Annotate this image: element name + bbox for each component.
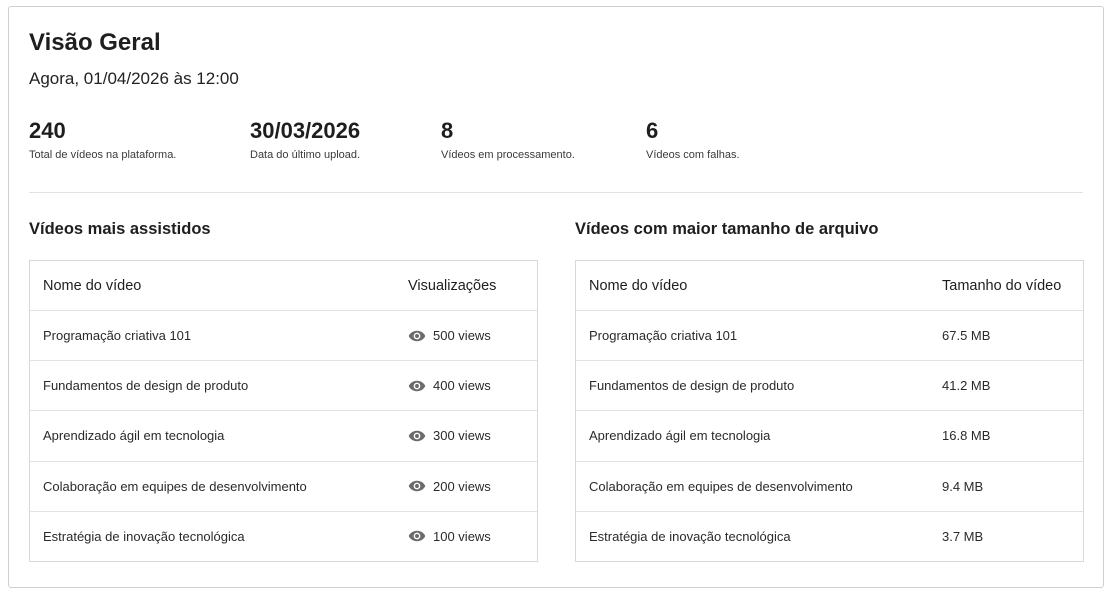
- column-header-views: Visualizações: [408, 277, 497, 294]
- video-name: Aprendizado ágil em tecnologia: [589, 428, 771, 444]
- eye-icon: [408, 330, 426, 341]
- table-row[interactable]: Estratégia de inovação tecnológica 3.7 M…: [576, 510, 1083, 561]
- video-name: Aprendizado ágil em tecnologia: [43, 428, 225, 444]
- stat-total-videos: 240 Total de vídeos na plataforma.: [29, 117, 176, 161]
- table-row[interactable]: Programação criativa 101 500 views: [30, 310, 537, 360]
- video-name: Fundamentos de design de produto: [589, 378, 795, 394]
- video-name: Programação criativa 101: [589, 328, 738, 344]
- eye-icon: [408, 430, 426, 442]
- views-count: 400 views: [433, 378, 491, 394]
- table-row[interactable]: Aprendizado ágil em tecnologia 16.8 MB: [576, 410, 1083, 460]
- section-title-largest-files: Vídeos com maior tamanho de arquivo: [575, 220, 879, 238]
- stat-value: 30/03/2026: [250, 118, 361, 143]
- video-name: Estratégia de inovação tecnológica: [43, 528, 245, 544]
- views-cell: 300 views: [408, 411, 491, 460]
- file-size: 67.5 MB: [942, 328, 991, 344]
- video-name: Estratégia de inovação tecnológica: [589, 528, 791, 544]
- views-count: 200 views: [433, 478, 491, 494]
- column-header-name: Nome do vídeo: [43, 277, 142, 294]
- table-row[interactable]: Programação criativa 101 67.5 MB: [576, 310, 1083, 360]
- stat-label: Total de vídeos na plataforma.: [29, 149, 177, 161]
- eye-icon: [408, 380, 426, 392]
- views-count: 500 views: [433, 328, 491, 344]
- views-count: 100 views: [433, 528, 491, 544]
- table-row[interactable]: Colaboração em equipes de desenvolviment…: [30, 460, 537, 511]
- table-row[interactable]: Fundamentos de design de produto 41.2 MB: [576, 360, 1083, 410]
- video-name: Programação criativa 101: [43, 328, 192, 344]
- views-cell: 100 views: [408, 512, 491, 561]
- table-row[interactable]: Colaboração em equipes de desenvolviment…: [576, 460, 1083, 511]
- video-name: Fundamentos de design de produto: [43, 378, 249, 394]
- stat-last-upload: 30/03/2026 Data do último upload.: [250, 117, 360, 161]
- stat-failed: 6 Vídeos com falhas.: [646, 117, 740, 161]
- divider: [29, 192, 1083, 193]
- views-cell: 500 views: [408, 311, 491, 360]
- stat-value: 8: [441, 118, 454, 143]
- stat-label: Data do último upload.: [250, 149, 361, 161]
- overview-card: Visão Geral Agora, 01/04/2026 às 12:00 2…: [8, 6, 1104, 588]
- table-row[interactable]: Aprendizado ágil em tecnologia 300 views: [30, 410, 537, 460]
- video-name: Colaboração em equipes de desenvolviment…: [589, 478, 853, 494]
- video-name: Colaboração em equipes de desenvolviment…: [43, 478, 307, 494]
- eye-icon: [408, 531, 426, 542]
- views-count: 300 views: [433, 428, 491, 444]
- table-header: Nome do vídeo Visualizações: [30, 261, 537, 310]
- column-header-size: Tamanho do vídeo: [942, 277, 1062, 294]
- page-title: Visão Geral: [29, 29, 161, 56]
- views-cell: 400 views: [408, 361, 491, 410]
- file-size: 3.7 MB: [942, 528, 984, 544]
- table-header: Nome do vídeo Tamanho do vídeo: [576, 261, 1083, 310]
- file-size: 16.8 MB: [942, 428, 991, 444]
- column-header-name: Nome do vídeo: [589, 277, 688, 294]
- largest-files-table: Nome do vídeo Tamanho do vídeo Programaç…: [575, 260, 1084, 562]
- file-size: 9.4 MB: [942, 478, 984, 494]
- table-row[interactable]: Fundamentos de design de produto 400 vie…: [30, 360, 537, 410]
- stat-label: Vídeos em processamento.: [441, 149, 575, 161]
- stat-value: 6: [646, 118, 659, 143]
- stat-label: Vídeos com falhas.: [646, 149, 740, 161]
- page-subtitle: Agora, 01/04/2026 às 12:00: [29, 69, 239, 88]
- eye-icon: [408, 480, 426, 492]
- stat-processing: 8 Vídeos em processamento.: [441, 117, 575, 161]
- views-cell: 200 views: [408, 462, 491, 511]
- section-title-most-watched: Vídeos mais assistidos: [29, 220, 211, 238]
- most-watched-table: Nome do vídeo Visualizações Programação …: [29, 260, 538, 562]
- table-row[interactable]: Estratégia de inovação tecnológica 100 v…: [30, 510, 537, 561]
- stat-value: 240: [29, 118, 66, 143]
- file-size: 41.2 MB: [942, 378, 991, 394]
